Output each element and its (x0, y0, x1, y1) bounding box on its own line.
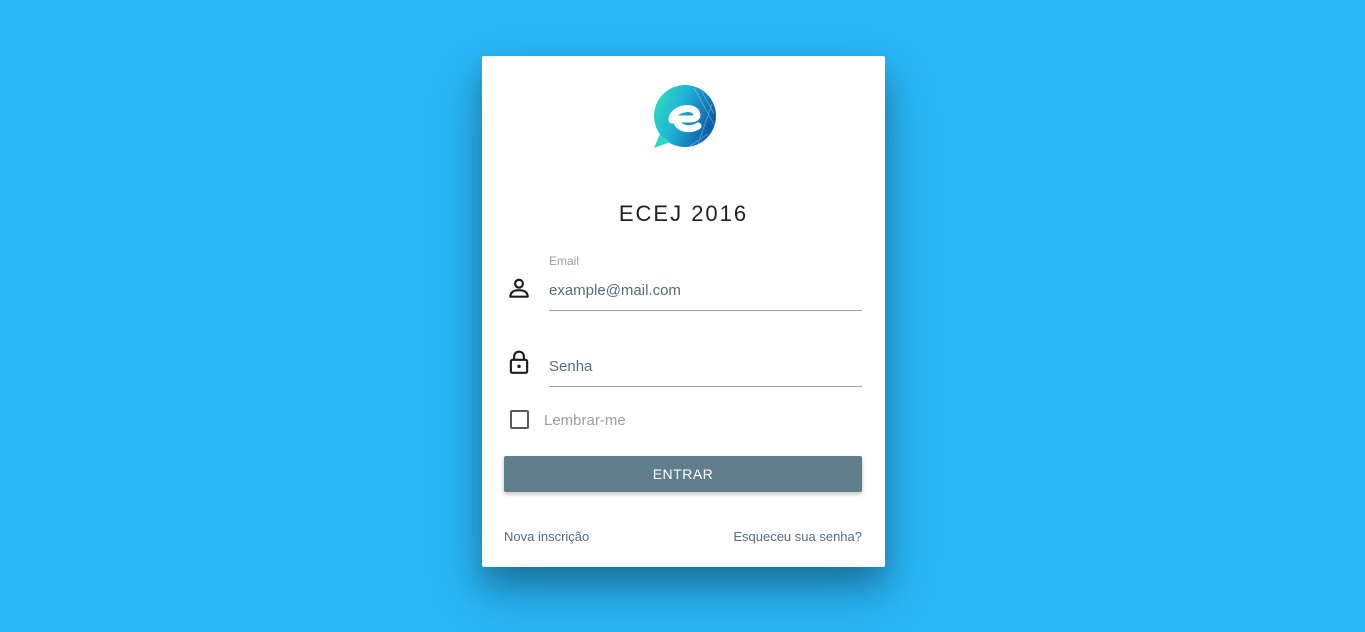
page-title: ECEJ 2016 (618, 201, 749, 226)
email-input[interactable] (549, 276, 862, 304)
register-link[interactable]: Nova inscrição (504, 529, 589, 544)
email-field[interactable] (549, 270, 862, 311)
person-icon (509, 278, 529, 298)
lock-icon (509, 350, 529, 374)
forgot-password-link[interactable]: Esqueceu sua senha? (733, 529, 862, 544)
password-input[interactable] (549, 352, 862, 380)
remember-me-checkbox[interactable] (510, 410, 529, 429)
ecej-logo (654, 85, 717, 148)
password-field[interactable] (549, 346, 862, 387)
login-button[interactable]: ENTRAR (504, 456, 862, 492)
login-card: ECEJ 2016 Email Lembrar-me ENTRAR Nova i… (482, 56, 885, 567)
email-label: Email (549, 254, 580, 268)
remember-me-label[interactable]: Lembrar-me (544, 412, 626, 429)
